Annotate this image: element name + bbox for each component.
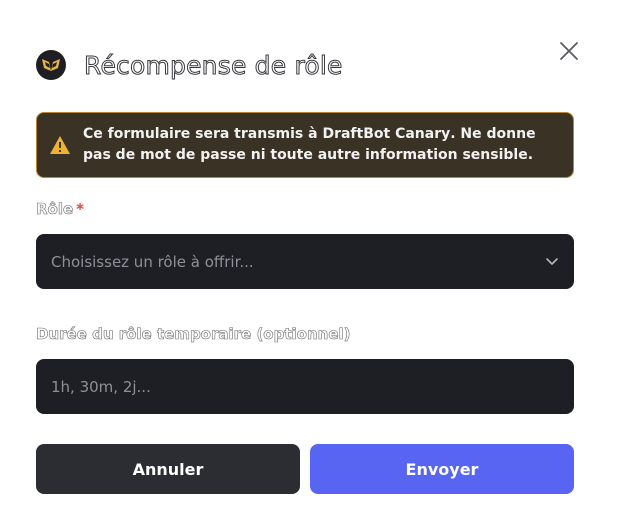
role-field-label: Rôle * xyxy=(36,200,85,219)
role-select[interactable]: Choisissez un rôle à offrir... xyxy=(36,234,574,289)
close-icon xyxy=(560,42,578,60)
warning-banner: Ce formulaire sera transmis à DraftBot C… xyxy=(36,112,574,178)
duration-input-placeholder: 1h, 30m, 2j... xyxy=(51,377,151,396)
duration-input[interactable]: 1h, 30m, 2j... xyxy=(36,359,574,414)
modal-header: Récompense de rôle xyxy=(36,46,343,84)
required-mark: * xyxy=(76,200,85,218)
role-select-placeholder: Choisissez un rôle à offrir... xyxy=(51,252,254,271)
role-reward-modal: Récompense de rôle Ce formulaire sera tr… xyxy=(0,0,617,530)
draftbot-logo-icon xyxy=(36,50,66,80)
warning-triangle-icon xyxy=(49,135,71,155)
submit-button[interactable]: Envoyer xyxy=(310,444,574,494)
cancel-button[interactable]: Annuler xyxy=(36,444,300,494)
warning-text: Ce formulaire sera transmis à DraftBot C… xyxy=(83,124,559,166)
chevron-down-icon xyxy=(545,257,559,266)
warning-text-before: Ce formulaire sera transmis à xyxy=(83,126,323,142)
role-label-text: Rôle xyxy=(36,200,74,219)
close-button[interactable] xyxy=(556,38,582,64)
warning-bot-name: DraftBot Canary xyxy=(322,126,451,142)
duration-field-label: Durée du rôle temporaire (optionnel) xyxy=(36,325,351,344)
modal-title: Récompense de rôle xyxy=(84,50,343,80)
